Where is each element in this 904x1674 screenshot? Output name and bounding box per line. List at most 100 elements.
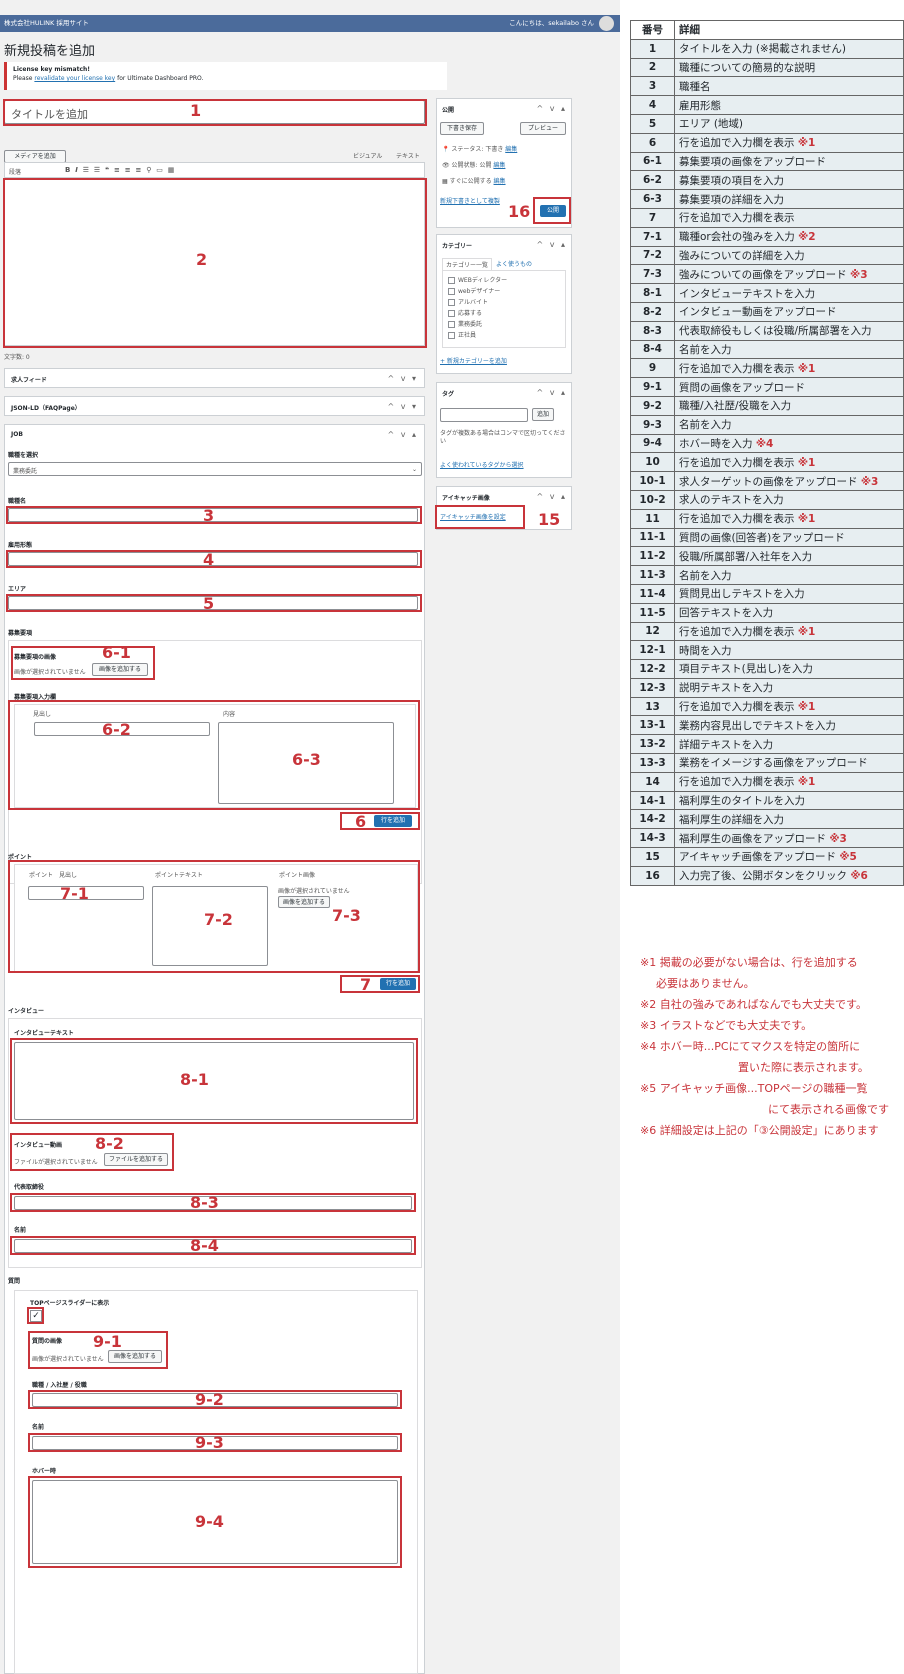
marker-6-3: 6-3 <box>292 750 321 769</box>
ceo-label: 代表取締役 <box>14 1184 45 1191</box>
row-detail-text: インタビューテキストを入力 <box>679 287 816 300</box>
panel-arrows-icon[interactable]: ^ v ▾ <box>387 402 418 411</box>
checkbox-icon[interactable] <box>448 321 455 328</box>
tag-title: タグ <box>442 391 455 398</box>
tab-visual[interactable]: ビジュアル <box>353 151 382 160</box>
row-detail-text: 行を追加で入力欄を表示 <box>679 212 795 225</box>
category-checkbox[interactable]: webデザイナー <box>448 287 507 296</box>
toolbar-icons[interactable]: B I ☰ ☰ ❝ ≡ ≡ ≡ ⚲ ▭ ▦ <box>65 166 174 174</box>
category-items: WEBディレクター webデザイナー アルバイト応募する業務委託正社員 <box>448 276 507 342</box>
row-detail: 行を追加で入力欄を表示 ※1 <box>674 132 904 153</box>
table-row: 11-3 名前を入力 <box>630 565 904 585</box>
tab-text[interactable]: テキスト <box>396 151 420 160</box>
row-detail: 業務内容見出しでテキストを入力 <box>674 715 904 736</box>
table-row: 6 行を追加で入力欄を表示 ※1 <box>630 132 904 153</box>
table-row: 10-1 求人ターゲットの画像をアップロード ※3 <box>630 471 904 491</box>
note-6: ※6 詳細設定は上記の「③公開設定」にあります <box>640 1124 879 1137</box>
row-detail-text: 求人ターゲットの画像をアップロード <box>679 475 861 488</box>
job-type-label: 職種を選択 <box>8 452 39 459</box>
row-number: 12-2 <box>630 659 675 679</box>
revalidate-link[interactable]: revalidate your license key <box>34 75 115 82</box>
row-detail-text: 名前を入力 <box>679 343 732 356</box>
table-row: 14-1 福利厚生のタイトルを入力 <box>630 790 904 811</box>
row-detail: 代表取締役もしくは役職/所属部署を入力 <box>674 320 904 341</box>
schedule-edit-link[interactable]: 編集 <box>494 178 506 185</box>
save-draft-label: 下書き保存 <box>446 125 477 132</box>
category-checkbox[interactable]: 業務委託 <box>448 320 507 329</box>
table-row: 16 入力完了後、公開ボタンをクリック ※6 <box>630 865 904 886</box>
row-detail: 詳細テキストを入力 <box>674 734 904 755</box>
row-note-mark: ※1 <box>797 137 816 150</box>
annotation-box-1 <box>3 99 427 126</box>
panel-feed[interactable]: 求人フィード ^ v ▾ <box>4 368 425 388</box>
notice-text-post: for Ultimate Dashboard PRO. <box>115 75 204 82</box>
row-detail-text: 名前を入力 <box>679 419 732 432</box>
avatar[interactable] <box>599 16 614 31</box>
tag-add-button[interactable]: 追加 <box>532 408 554 421</box>
row-detail-text: 時間を入力 <box>679 644 732 657</box>
category-checkbox[interactable]: WEBディレクター <box>448 276 507 285</box>
job-type-select[interactable]: 業務委託 ⌄ <box>8 462 422 476</box>
save-draft-button[interactable]: 下書き保存 <box>440 122 484 135</box>
job-type-value: 業務委託 <box>13 468 38 475</box>
table-row: 10 行を追加で入力欄を表示 ※1 <box>630 452 904 473</box>
checkbox-icon[interactable] <box>448 332 455 339</box>
table-row: 4 雇用形態 <box>630 95 904 115</box>
row-detail-text: 強みについての詳細を入力 <box>679 249 805 262</box>
note-2: ※2 自社の強みであればなんでも大丈夫です。 <box>640 998 867 1011</box>
tag-input[interactable] <box>440 408 528 422</box>
checkbox-icon[interactable] <box>448 299 455 306</box>
checkbox-icon[interactable] <box>448 277 455 284</box>
row-number: 13-2 <box>630 734 675 755</box>
visibility-row: 👁 公開状態: 公開 編集 <box>442 160 505 169</box>
row-detail-text: アイキャッチ画像をアップロード <box>679 851 840 864</box>
table-row: 1 タイトルを入力 (※掲載されません) <box>630 38 904 59</box>
row-number: 15 <box>630 847 675 867</box>
tab-category-popular[interactable]: よく使うもの <box>496 259 532 268</box>
row-number: 16 <box>630 865 675 886</box>
employment-label: 雇用形態 <box>8 542 33 549</box>
checkbox-icon[interactable] <box>448 310 455 317</box>
panel-arrows-icon[interactable]: ^ v ▴ <box>536 104 567 113</box>
row-note-mark: ※1 <box>797 513 816 526</box>
category-checkbox[interactable]: 正社員 <box>448 331 507 340</box>
site-name-link[interactable]: 株式会社HULINK 採用サイト <box>4 19 89 27</box>
annotation-box-6 <box>340 812 420 830</box>
table-row: 12-2 項目テキスト(見出し)を入力 <box>630 659 904 679</box>
format-select[interactable]: 段落 <box>9 167 21 176</box>
category-item-label: 応募する <box>458 310 483 317</box>
row-detail-text: 業務をイメージする画像をアップロード <box>679 757 868 770</box>
row-number: 8-3 <box>630 320 675 341</box>
table-row: 3 職種名 <box>630 76 904 97</box>
panel-arrows-icon[interactable]: ^ v ▴ <box>536 240 567 249</box>
row-number: 9-2 <box>630 395 675 416</box>
add-category-link[interactable]: + 新規カテゴリーを追加 <box>440 356 507 365</box>
preview-button[interactable]: プレビュー <box>520 122 566 135</box>
panel-arrows-icon[interactable]: ^ v ▴ <box>536 492 567 501</box>
table-row: 2 職種についての簡易的な説明 <box>630 57 904 78</box>
category-checkbox[interactable]: アルバイト <box>448 298 507 307</box>
row-detail-text: 説明テキストを入力 <box>679 682 774 695</box>
table-row: 13 行を追加で入力欄を表示 ※1 <box>630 696 904 717</box>
checkbox-icon[interactable] <box>448 288 455 295</box>
copy-draft-link[interactable]: 新規下書きとして複製 <box>440 196 500 205</box>
greeting[interactable]: こんにちは、sekailabo さん <box>509 15 594 32</box>
visibility-edit-link[interactable]: 編集 <box>493 162 505 169</box>
panel-arrows-icon[interactable]: ^ v ▴ <box>387 430 418 439</box>
row-detail-text: 質問見出しテキストを入力 <box>679 588 805 601</box>
marker-9-1: 9-1 <box>93 1332 122 1351</box>
row-detail-text: 職種/入社歴/役職を入力 <box>679 400 792 413</box>
status-edit-link[interactable]: 編集 <box>505 146 517 153</box>
row-detail-text: 代表取締役もしくは役職/所属部署を入力 <box>679 325 872 338</box>
row-detail: 募集要項の画像をアップロード <box>674 151 904 172</box>
panel-jsonld[interactable]: JSON-LD（FAQPage） ^ v ▾ <box>4 396 425 416</box>
panel-arrows-icon[interactable]: ^ v ▾ <box>387 374 418 383</box>
row-number: 2 <box>630 57 675 78</box>
eye-icon: 👁 <box>442 162 450 169</box>
table-row: 10-2 求人のテキストを入力 <box>630 489 904 510</box>
panel-arrows-icon[interactable]: ^ v ▴ <box>536 388 567 397</box>
row-number: 10-1 <box>630 471 675 491</box>
row-detail: 行を追加で入力欄を表示 ※1 <box>674 771 904 792</box>
choose-tags-link[interactable]: よく使われているタグから選択 <box>440 460 524 469</box>
category-checkbox[interactable]: 応募する <box>448 309 507 318</box>
